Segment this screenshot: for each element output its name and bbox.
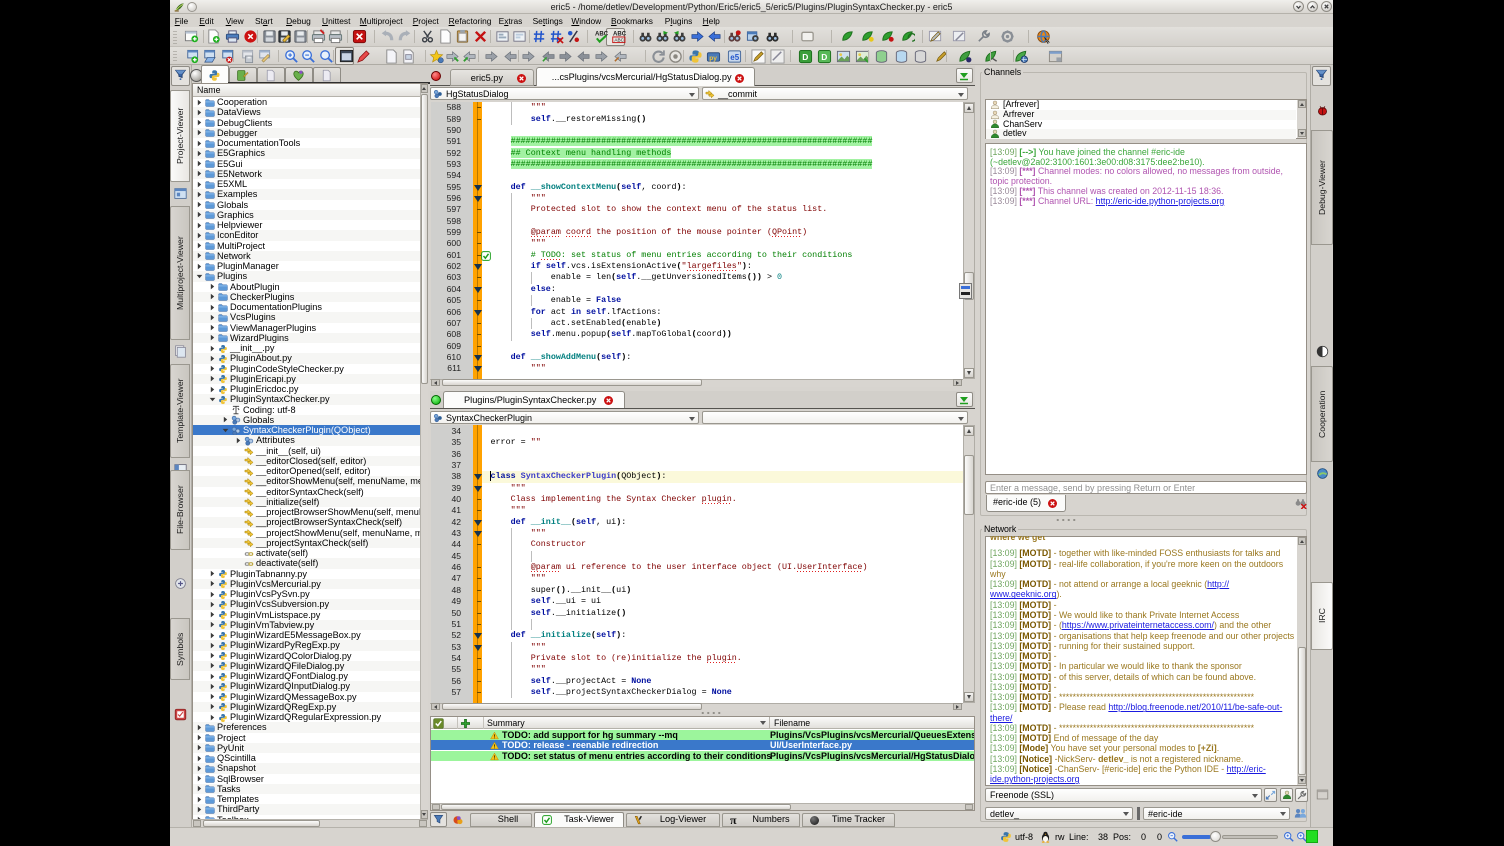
svg-text:py: py bbox=[709, 54, 717, 61]
svg-text:e5: e5 bbox=[730, 52, 739, 61]
svg-text:ABC: ABC bbox=[614, 38, 624, 43]
svg-text:D: D bbox=[821, 51, 827, 61]
svg-text:D: D bbox=[802, 51, 808, 61]
